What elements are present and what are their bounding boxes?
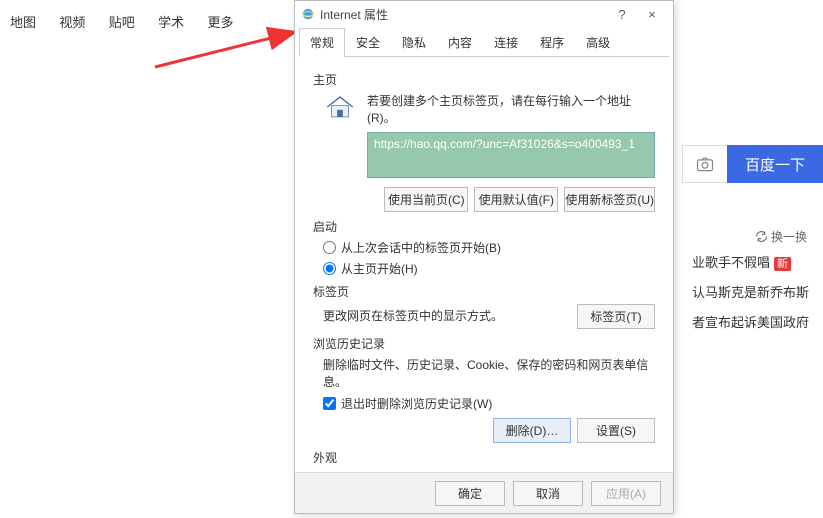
search-controls: 百度一下 (682, 145, 823, 183)
nav-link[interactable]: 贴吧 (99, 0, 145, 43)
section-title: 外观 (313, 449, 655, 466)
delete-on-exit-checkbox[interactable]: 退出时删除浏览历史记录(W) (323, 395, 655, 412)
new-badge: 新 (774, 257, 791, 271)
close-button[interactable]: × (637, 4, 667, 24)
section-title: 标签页 (313, 283, 655, 300)
tab-privacy[interactable]: 隐私 (391, 28, 437, 57)
ok-button[interactable]: 确定 (435, 481, 505, 506)
dialog-body: 主页 若要创建多个主页标签页，请在每行输入一个地址(R)。 使用当前页(C) 使… (295, 57, 673, 497)
homepage-desc: 若要创建多个主页标签页，请在每行输入一个地址(R)。 (367, 92, 655, 126)
section-homepage: 主页 若要创建多个主页标签页，请在每行输入一个地址(R)。 使用当前页(C) 使… (313, 71, 655, 212)
tab-security[interactable]: 安全 (345, 28, 391, 57)
startup-home-radio[interactable]: 从主页开始(H) (323, 260, 655, 277)
internet-properties-dialog: Internet 属性 ? × 常规 安全 隐私 内容 连接 程序 高级 主页 … (294, 0, 674, 514)
news-item[interactable]: 者宣布起诉美国政府 (692, 308, 809, 338)
titlebar: Internet 属性 ? × (295, 1, 673, 27)
history-desc: 删除临时文件、历史记录、Cookie、保存的密码和网页表单信息。 (323, 356, 655, 390)
nav-link[interactable]: 更多 (197, 0, 243, 43)
use-current-button[interactable]: 使用当前页(C) (384, 187, 468, 212)
use-newtab-button[interactable]: 使用新标签页(U) (564, 187, 655, 212)
search-button[interactable]: 百度一下 (727, 145, 823, 183)
tab-connections[interactable]: 连接 (483, 28, 529, 57)
use-default-button[interactable]: 使用默认值(F) (474, 187, 558, 212)
nav-link[interactable]: 地图 (0, 0, 46, 43)
section-title: 主页 (313, 71, 655, 88)
nav-link[interactable]: 视频 (49, 0, 95, 43)
settings-button[interactable]: 设置(S) (577, 418, 655, 443)
apply-button[interactable]: 应用(A) (591, 481, 661, 506)
tab-programs[interactable]: 程序 (529, 28, 575, 57)
refresh-link[interactable]: 换一换 (755, 228, 807, 245)
tabs-desc: 更改网页在标签页中的显示方式。 (323, 307, 503, 324)
dialog-footer: 确定 取消 应用(A) (295, 472, 673, 513)
news-item[interactable]: 业歌手不假唱新 (692, 248, 809, 278)
tab-advanced[interactable]: 高级 (575, 28, 621, 57)
refresh-label: 换一换 (771, 228, 807, 245)
homepage-url-input[interactable] (367, 132, 655, 178)
section-title: 浏览历史记录 (313, 335, 655, 352)
news-item[interactable]: 认马斯克是新乔布斯 (692, 278, 809, 308)
cancel-button[interactable]: 取消 (513, 481, 583, 506)
home-icon (323, 92, 357, 125)
section-startup: 启动 从上次会话中的标签页开始(B) 从主页开始(H) (313, 218, 655, 277)
ie-icon (301, 7, 315, 21)
delete-button[interactable]: 删除(D)… (493, 418, 571, 443)
dialog-title: Internet 属性 (320, 6, 388, 23)
section-history: 浏览历史记录 删除临时文件、历史记录、Cookie、保存的密码和网页表单信息。 … (313, 335, 655, 443)
camera-icon[interactable] (682, 145, 727, 183)
section-tabs: 标签页 更改网页在标签页中的显示方式。 标签页(T) (313, 283, 655, 329)
nav-link[interactable]: 学术 (148, 0, 194, 43)
tabs-button[interactable]: 标签页(T) (577, 304, 655, 329)
tab-strip: 常规 安全 隐私 内容 连接 程序 高级 (299, 27, 669, 57)
tab-content[interactable]: 内容 (437, 28, 483, 57)
news-list: 业歌手不假唱新 认马斯克是新乔布斯 者宣布起诉美国政府 (692, 248, 809, 338)
startup-last-radio[interactable]: 从上次会话中的标签页开始(B) (323, 239, 655, 256)
help-button[interactable]: ? (607, 4, 637, 24)
tab-general[interactable]: 常规 (299, 28, 345, 57)
section-title: 启动 (313, 218, 655, 235)
